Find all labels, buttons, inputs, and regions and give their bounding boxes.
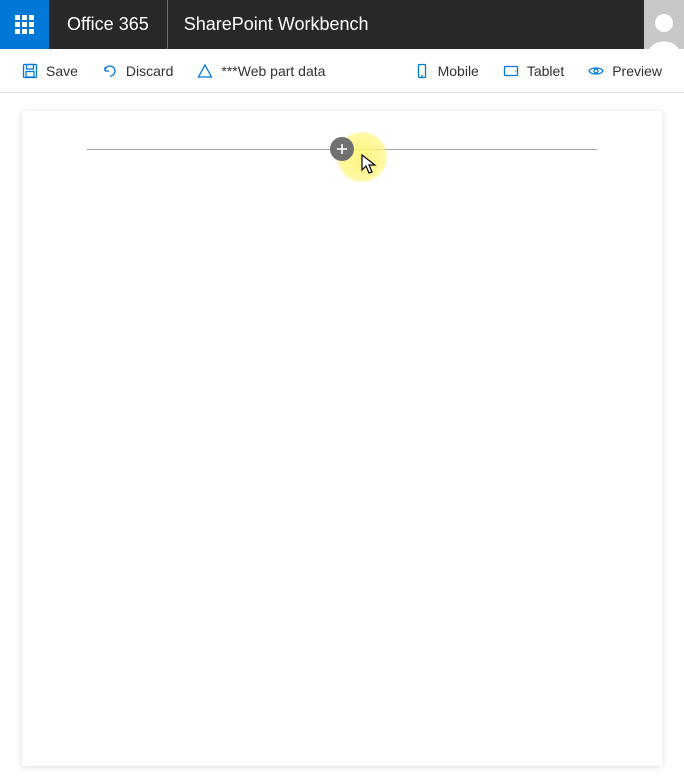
preview-icon: [588, 63, 604, 79]
save-label: Save: [46, 63, 78, 79]
person-icon: [644, 9, 684, 49]
discard-button[interactable]: Discard: [90, 49, 185, 93]
preview-label: Preview: [612, 63, 662, 79]
app-launcher-button[interactable]: [0, 0, 49, 49]
save-button[interactable]: Save: [10, 49, 90, 93]
app-title: SharePoint Workbench: [168, 0, 385, 49]
page-surface: [22, 111, 662, 766]
brand-label[interactable]: Office 365: [49, 0, 168, 49]
webpart-data-label: ***Web part data: [221, 63, 325, 79]
webpart-data-button[interactable]: ***Web part data: [185, 49, 337, 93]
save-icon: [22, 63, 38, 79]
tablet-button[interactable]: Tablet: [491, 49, 576, 93]
suite-header: Office 365 SharePoint Workbench: [0, 0, 684, 49]
tablet-icon: [503, 63, 519, 79]
mobile-label: Mobile: [438, 63, 479, 79]
mobile-icon: [414, 63, 430, 79]
add-webpart-button[interactable]: [330, 137, 354, 161]
undo-icon: [102, 63, 118, 79]
discard-label: Discard: [126, 63, 173, 79]
command-bar: Save Discard ***Web part data Mobile Tab…: [0, 49, 684, 93]
cursor-icon: [360, 153, 378, 175]
warning-triangle-icon: [197, 63, 213, 79]
canvas-area: [0, 93, 684, 784]
mobile-button[interactable]: Mobile: [402, 49, 491, 93]
user-avatar[interactable]: [644, 0, 684, 49]
waffle-icon: [15, 15, 34, 34]
preview-button[interactable]: Preview: [576, 49, 674, 93]
plus-icon: [335, 142, 349, 156]
tablet-label: Tablet: [527, 63, 564, 79]
